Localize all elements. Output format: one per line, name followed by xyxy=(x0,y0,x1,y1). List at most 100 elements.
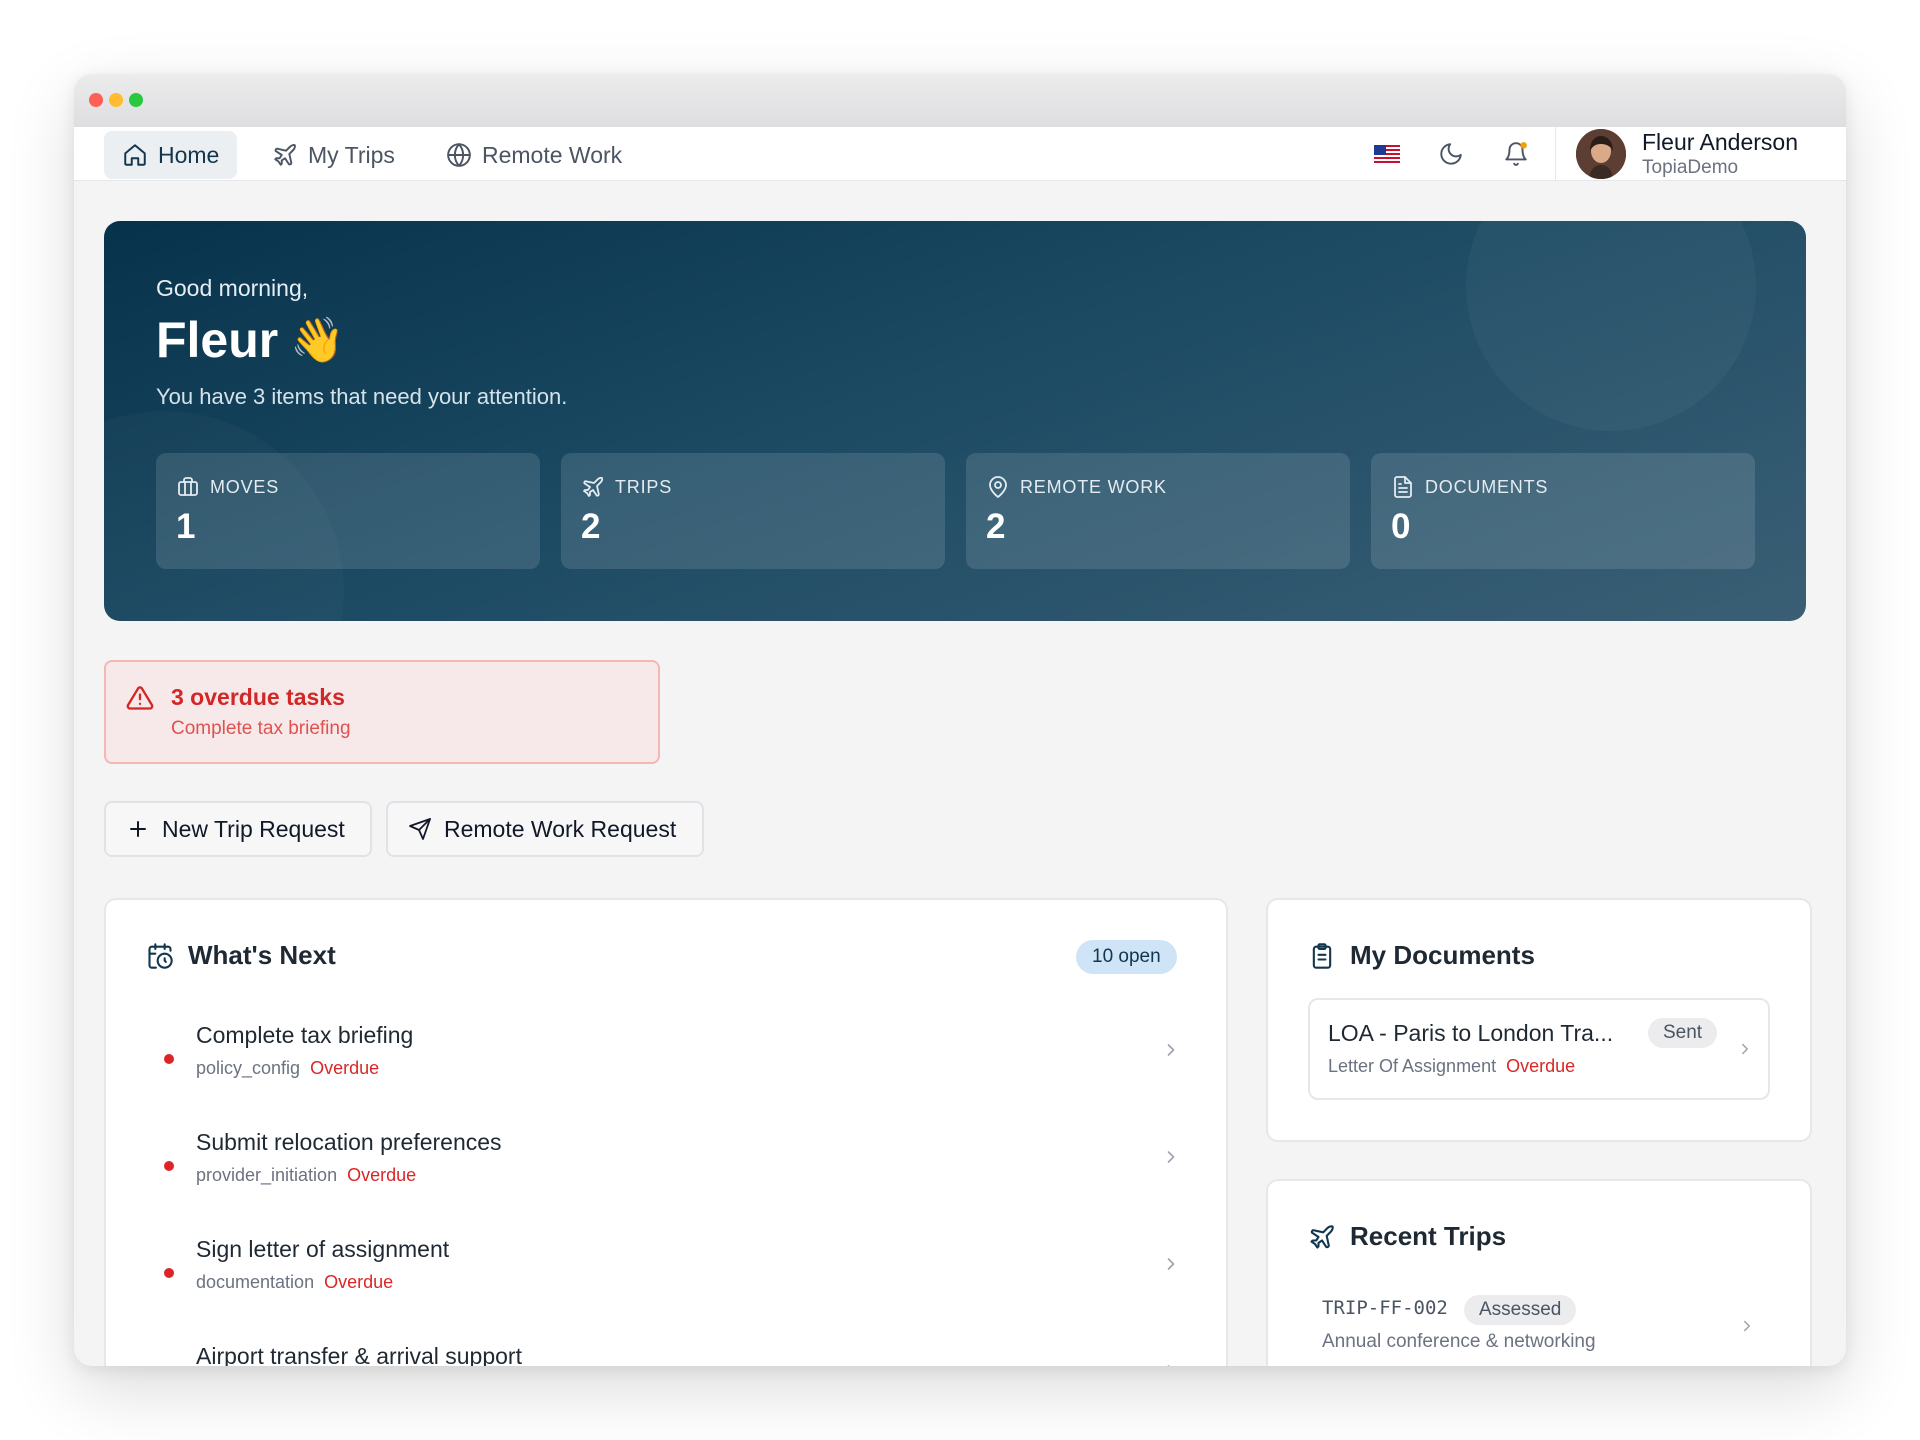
close-window-button[interactable] xyxy=(89,93,103,107)
my-documents-card: My Documents LOA - Paris to London Tra..… xyxy=(1266,898,1812,1142)
recent-trips-card: Recent Trips TRIP-FF-002 Assessed Annual… xyxy=(1266,1179,1812,1366)
whats-next-title-text: What's Next xyxy=(188,940,336,970)
notifications-button[interactable] xyxy=(1501,139,1531,169)
stat-value: 0 xyxy=(1391,507,1411,546)
stat-card-trips[interactable]: TRIPS 2 xyxy=(561,453,945,569)
top-navigation: Home My Trips Remote Work Fleur Anderson… xyxy=(74,127,1846,181)
tab-remote-work-label: Remote Work xyxy=(482,141,623,168)
nav-divider xyxy=(1555,127,1556,180)
trip-code: TRIP-FF-002 xyxy=(1322,1297,1448,1319)
status-dot xyxy=(164,1161,174,1171)
decorative-circle xyxy=(1466,221,1756,431)
remote-work-request-button[interactable]: Remote Work Request xyxy=(386,801,704,857)
document-type: Letter Of Assignment xyxy=(1328,1056,1497,1076)
tab-home[interactable]: Home xyxy=(104,131,238,179)
task-category: provider_initiation xyxy=(196,1165,338,1185)
tab-my-trips[interactable]: My Trips xyxy=(254,131,413,179)
stat-value: 2 xyxy=(986,507,1006,546)
document-row[interactable]: LOA - Paris to London Tra... Letter Of A… xyxy=(1308,998,1770,1100)
stat-label: DOCUMENTS xyxy=(1425,476,1549,497)
overdue-alert[interactable]: 3 overdue tasks Complete tax briefing xyxy=(104,660,660,764)
status-badge: Assessed xyxy=(1464,1295,1577,1325)
task-meta: documentation Overdue xyxy=(196,1272,393,1293)
map-pin-icon xyxy=(989,476,1007,498)
chevron-right-icon xyxy=(1742,1043,1748,1055)
plane-icon xyxy=(1310,1224,1334,1249)
stat-value: 2 xyxy=(581,507,601,546)
document-icon xyxy=(1394,476,1412,498)
hero-name-text: Fleur xyxy=(156,312,279,368)
task-row[interactable]: Sign letter of assignment documentation O… xyxy=(106,1232,1226,1340)
status-badge: Sent xyxy=(1648,1018,1718,1048)
alert-title: 3 overdue tasks xyxy=(171,684,345,710)
user-org: TopiaDemo xyxy=(1642,157,1739,178)
briefcase-icon xyxy=(178,477,198,496)
new-trip-request-label: New Trip Request xyxy=(162,815,345,842)
task-meta: provider_initiation Overdue xyxy=(196,1165,416,1186)
plane-icon xyxy=(583,476,604,497)
tab-remote-work[interactable]: Remote Work xyxy=(428,131,640,179)
task-title: Sign letter of assignment xyxy=(196,1236,450,1262)
stat-label: MOVES xyxy=(210,476,280,497)
chevron-right-icon xyxy=(1744,1320,1750,1332)
user-name: Fleur Anderson xyxy=(1642,129,1798,155)
attention-summary: You have 3 items that need your attentio… xyxy=(156,384,568,409)
chevron-right-icon xyxy=(1167,1151,1175,1163)
my-documents-title: My Documents xyxy=(1308,940,1535,971)
plus-icon xyxy=(130,821,146,837)
welcome-banner: Good morning, Fleur 👋 You have 3 items t… xyxy=(104,221,1806,621)
send-icon xyxy=(409,818,431,840)
stat-card-moves[interactable]: MOVES 1 xyxy=(156,453,540,569)
warning-icon xyxy=(126,686,154,710)
user-photo-icon xyxy=(1576,129,1626,179)
whats-next-title: What's Next xyxy=(146,940,336,971)
alert-subtitle: Complete tax briefing xyxy=(171,718,351,739)
task-row[interactable]: Complete tax briefing policy_config Overd… xyxy=(106,1018,1226,1126)
task-title: Complete tax briefing xyxy=(196,1022,414,1048)
minimize-window-button[interactable] xyxy=(109,93,123,107)
language-selector[interactable] xyxy=(1372,139,1402,169)
chevron-right-icon xyxy=(1167,1365,1170,1366)
tab-my-trips-label: My Trips xyxy=(308,141,395,168)
task-category: documentation xyxy=(196,1272,315,1292)
maximize-window-button[interactable] xyxy=(129,93,143,107)
stat-value: 1 xyxy=(176,507,196,546)
recent-trips-title: Recent Trips xyxy=(1308,1221,1506,1252)
new-trip-request-button[interactable]: New Trip Request xyxy=(104,801,372,857)
user-first-name: Fleur 👋 xyxy=(156,311,345,369)
task-title: Submit relocation preferences xyxy=(196,1129,502,1155)
remote-work-request-label: Remote Work Request xyxy=(444,815,677,842)
clipboard-icon xyxy=(1312,942,1332,969)
chevron-right-icon xyxy=(1167,1258,1175,1270)
document-meta: Letter Of Assignment Overdue xyxy=(1328,1056,1575,1077)
tab-home-label: Home xyxy=(158,141,220,168)
task-row[interactable]: Airport transfer & arrival support xyxy=(106,1339,1226,1366)
task-category: policy_config xyxy=(196,1058,301,1078)
overdue-label: Overdue xyxy=(347,1165,417,1185)
moon-icon xyxy=(1440,143,1462,165)
document-title: LOA - Paris to London Tra... xyxy=(1328,1020,1614,1046)
title-bar xyxy=(74,74,1846,127)
theme-toggle[interactable] xyxy=(1436,139,1466,169)
open-count-badge: 10 open xyxy=(1076,940,1177,974)
status-dot xyxy=(164,1268,174,1278)
overdue-label: Overdue xyxy=(324,1272,394,1292)
overdue-label: Overdue xyxy=(310,1058,380,1078)
stat-card-remote-work[interactable]: REMOTE WORK 2 xyxy=(966,453,1350,569)
home-icon xyxy=(124,144,146,166)
app-window: Home My Trips Remote Work Fleur Anderson… xyxy=(74,74,1846,1366)
stat-card-documents[interactable]: DOCUMENTS 0 xyxy=(1371,453,1755,569)
status-dot xyxy=(164,1054,174,1064)
greeting-text: Good morning, xyxy=(156,275,309,301)
my-documents-title-text: My Documents xyxy=(1350,940,1535,970)
stat-label: TRIPS xyxy=(615,476,673,497)
task-meta: policy_config Overdue xyxy=(196,1058,379,1079)
task-title: Airport transfer & arrival support xyxy=(196,1343,522,1366)
task-row[interactable]: Submit relocation preferences provider_i… xyxy=(106,1125,1226,1233)
bell-icon xyxy=(1505,142,1527,166)
chevron-right-icon xyxy=(1167,1044,1175,1056)
recent-trips-title-text: Recent Trips xyxy=(1350,1221,1507,1251)
avatar[interactable] xyxy=(1576,129,1626,179)
plane-icon xyxy=(274,144,296,166)
trip-description: Annual conference & networking xyxy=(1322,1331,1596,1352)
